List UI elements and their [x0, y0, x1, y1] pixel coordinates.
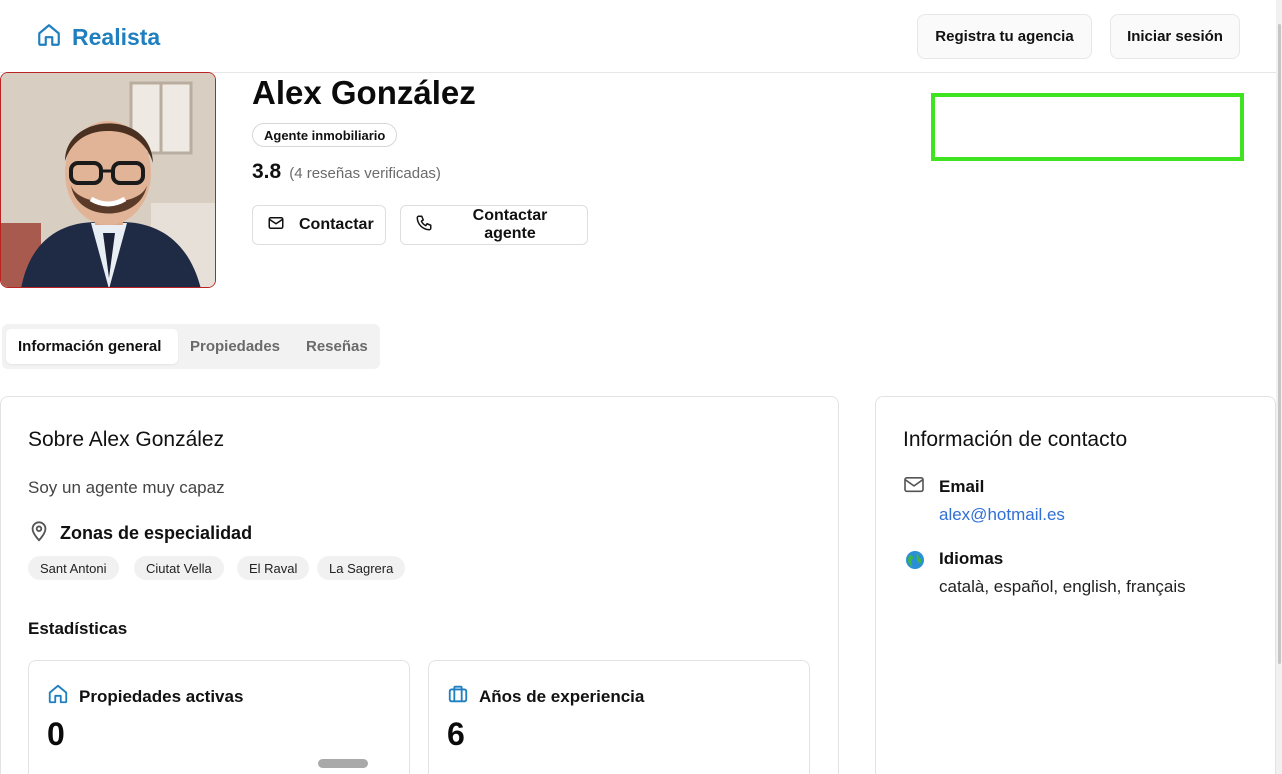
agent-name: Alex González [252, 74, 476, 111]
about-title: Sobre Alex González [28, 428, 225, 451]
top-navbar: Realista Registra tu agencia Iniciar ses… [0, 0, 1276, 73]
tab-reviews[interactable]: Reseñas [306, 329, 368, 364]
house-icon [47, 683, 69, 710]
phone-icon [415, 214, 433, 237]
rating-summary: 3.8 (4 reseñas verificadas) [252, 160, 441, 184]
zone-chip: La Sagrera [317, 556, 406, 580]
agent-photo [0, 72, 216, 288]
email-link[interactable]: alex@hotmail.es [939, 505, 1065, 525]
mail-icon [267, 214, 285, 237]
stat-card-active-properties [28, 660, 410, 774]
scrollbar-thumb[interactable] [1278, 24, 1281, 664]
contact-agent-button-label: Contactar agente [472, 207, 548, 242]
globe-icon [905, 550, 925, 575]
stat-value-experience: 6 [447, 716, 465, 752]
house-icon [36, 22, 62, 53]
stat-value-active-properties: 0 [47, 716, 65, 752]
horizontal-scroll-handle[interactable] [318, 759, 368, 768]
mail-icon [903, 476, 925, 499]
stats-title: Estadísticas [28, 619, 128, 638]
tab-properties[interactable]: Propiedades [190, 329, 280, 364]
register-agency-button[interactable]: Registra tu agencia [917, 14, 1092, 59]
profile-tabs: Información general Propiedades Reseñas [2, 324, 380, 369]
about-description: Soy un agente muy capaz [28, 478, 225, 497]
rating-value: 3.8 [252, 160, 282, 183]
zones-heading: Zonas de especialidad [28, 520, 252, 547]
contact-button-label: Contactar [299, 216, 374, 233]
languages-label: Idiomas [939, 549, 1004, 568]
highlight-box [931, 93, 1244, 161]
stat-label-text: Propiedades activas [79, 686, 244, 706]
contact-agent-button[interactable]: Contactar agente [400, 205, 588, 245]
stat-card-experience [428, 660, 810, 774]
stat-label-active-properties: Propiedades activas [47, 683, 243, 710]
briefcase-icon [447, 683, 469, 710]
stat-label-text: Años de experiencia [479, 686, 645, 706]
login-button[interactable]: Iniciar sesión [1110, 14, 1240, 59]
languages-value: català, español, english, français [939, 577, 1186, 596]
contact-button[interactable]: Contactar [252, 205, 386, 245]
tab-general-info[interactable]: Información general [6, 329, 178, 364]
role-badge: Agente inmobiliario [252, 123, 398, 147]
map-pin-icon [28, 520, 50, 547]
zone-chip: El Raval [237, 556, 310, 580]
brand-name: Realista [72, 24, 161, 50]
reviews-count: (4 reseñas verificadas) [289, 165, 441, 182]
zone-chip: Sant Antoni [28, 556, 119, 580]
zones-title: Zonas de especialidad [60, 523, 253, 543]
contact-info-title: Información de contacto [903, 428, 1128, 451]
brand-logo-link[interactable]: Realista [36, 22, 160, 53]
email-label: Email [939, 477, 985, 496]
zone-chip: Ciutat Vella [134, 556, 224, 580]
stat-label-experience: Años de experiencia [447, 683, 644, 710]
